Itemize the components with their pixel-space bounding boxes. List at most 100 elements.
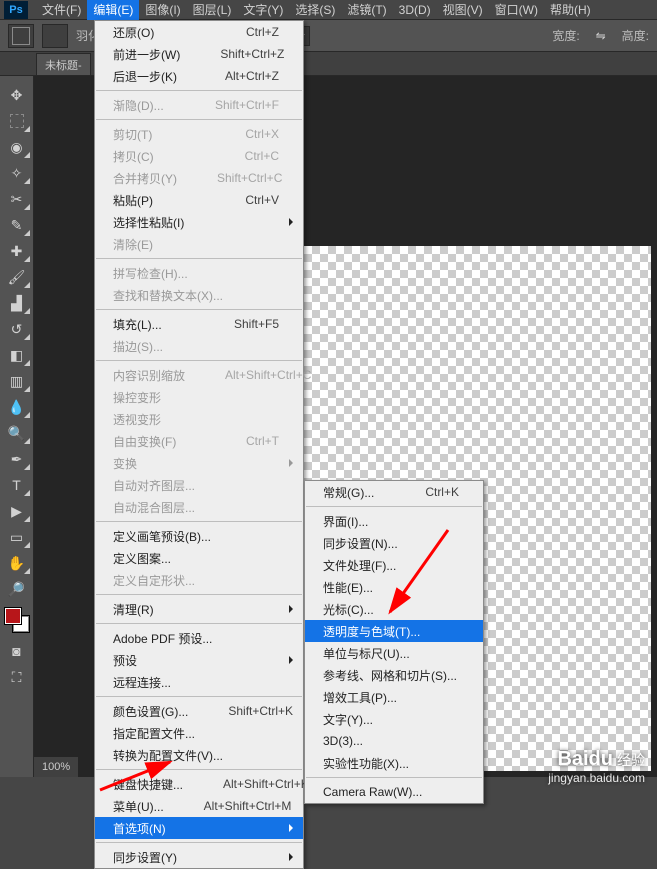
color-swatches[interactable] bbox=[5, 608, 29, 632]
menu-item: 渐隐(D)...Shift+Ctrl+F bbox=[95, 94, 303, 116]
gradient-tool[interactable]: ▥ bbox=[3, 369, 31, 393]
dodge-tool[interactable]: 🔍 bbox=[3, 421, 31, 445]
menubar-item[interactable]: 选择(S) bbox=[289, 0, 341, 20]
type-tool[interactable]: T bbox=[3, 473, 31, 497]
menu-item[interactable]: 粘贴(P)Ctrl+V bbox=[95, 189, 303, 211]
tool-preset-picker[interactable] bbox=[42, 24, 68, 48]
menubar-item[interactable]: 窗口(W) bbox=[489, 0, 544, 20]
menu-item[interactable]: Adobe PDF 预设... bbox=[95, 627, 303, 649]
menu-item[interactable]: 定义画笔预设(B)... bbox=[95, 525, 303, 547]
menu-item[interactable]: 菜单(U)...Alt+Shift+Ctrl+M bbox=[95, 795, 303, 817]
menu-item: 内容识别缩放Alt+Shift+Ctrl+C bbox=[95, 364, 303, 386]
rectangle-tool[interactable]: ▭ bbox=[3, 525, 31, 549]
submenu-arrow-icon bbox=[289, 218, 297, 226]
menu-item[interactable]: 透明度与色域(T)... bbox=[305, 620, 483, 642]
menubar-item[interactable]: 滤镜(T) bbox=[341, 0, 392, 20]
height-label: 高度: bbox=[622, 27, 649, 44]
active-tool-thumbnail[interactable] bbox=[8, 24, 34, 48]
menu-item[interactable]: 转换为配置文件(V)... bbox=[95, 744, 303, 766]
menu-item[interactable]: 实验性功能(X)... bbox=[305, 752, 483, 774]
menu-item: 描边(S)... bbox=[95, 335, 303, 357]
submenu-arrow-icon bbox=[289, 605, 297, 613]
menu-item[interactable]: 定义图案... bbox=[95, 547, 303, 569]
menu-item[interactable]: 预设 bbox=[95, 649, 303, 671]
menu-item[interactable]: 清理(R) bbox=[95, 598, 303, 620]
menu-item: 剪切(T)Ctrl+X bbox=[95, 123, 303, 145]
zoom-tool[interactable]: 🔎 bbox=[3, 577, 31, 601]
foreground-color-swatch[interactable] bbox=[5, 608, 21, 624]
lasso-tool[interactable]: ◉ bbox=[3, 135, 31, 159]
menubar-item[interactable]: 文字(Y) bbox=[237, 0, 289, 20]
menu-item: 自动对齐图层... bbox=[95, 474, 303, 496]
submenu-arrow-icon bbox=[289, 824, 297, 832]
quick-mask-toggle[interactable]: ◙ bbox=[3, 639, 31, 663]
menu-item[interactable]: 指定配置文件... bbox=[95, 722, 303, 744]
clone-stamp-tool[interactable]: ▟ bbox=[3, 291, 31, 315]
toolbox: ✥ ◉ ✧ ✂ ✎ ✚ 🖌 ▟ ↺ ◧ ▥ 💧 🔍 ✒ T ▶ ▭ ✋ 🔎 ◙ … bbox=[0, 76, 34, 777]
width-label: 宽度: bbox=[552, 27, 579, 44]
menubar-item[interactable]: 帮助(H) bbox=[544, 0, 597, 20]
menubar-item[interactable]: 图像(I) bbox=[139, 0, 186, 20]
move-tool[interactable]: ✥ bbox=[3, 83, 31, 107]
eraser-tool[interactable]: ◧ bbox=[3, 343, 31, 367]
menu-item[interactable]: 常规(G)...Ctrl+K bbox=[305, 481, 483, 503]
menu-item[interactable]: 同步设置(N)... bbox=[305, 532, 483, 554]
menu-item[interactable]: 键盘快捷键...Alt+Shift+Ctrl+K bbox=[95, 773, 303, 795]
link-dimensions-icon[interactable]: ⇋ bbox=[594, 29, 608, 43]
path-selection-tool[interactable]: ▶ bbox=[3, 499, 31, 523]
menu-item[interactable]: 远程连接... bbox=[95, 671, 303, 693]
eyedropper-tool[interactable]: ✎ bbox=[3, 213, 31, 237]
submenu-arrow-icon bbox=[289, 853, 297, 861]
submenu-arrow-icon bbox=[289, 656, 297, 664]
menu-item[interactable]: 同步设置(Y) bbox=[95, 846, 303, 868]
menu-item[interactable]: 性能(E)... bbox=[305, 576, 483, 598]
crop-tool[interactable]: ✂ bbox=[3, 187, 31, 211]
menu-item[interactable]: 增效工具(P)... bbox=[305, 686, 483, 708]
submenu-arrow-icon bbox=[289, 459, 297, 467]
menubar-item[interactable]: 编辑(E) bbox=[87, 0, 139, 20]
hand-tool[interactable]: ✋ bbox=[3, 551, 31, 575]
menu-item[interactable]: 3D(3)... bbox=[305, 730, 483, 752]
document-tab[interactable]: 未标题- bbox=[36, 53, 91, 75]
menubar-item[interactable]: 视图(V) bbox=[437, 0, 489, 20]
menu-item: 拼写检查(H)... bbox=[95, 262, 303, 284]
menubar-item[interactable]: 图层(L) bbox=[187, 0, 238, 20]
magic-wand-tool[interactable]: ✧ bbox=[3, 161, 31, 185]
menu-item: 拷贝(C)Ctrl+C bbox=[95, 145, 303, 167]
menu-item: 操控变形 bbox=[95, 386, 303, 408]
menubar: Ps 文件(F)编辑(E)图像(I)图层(L)文字(Y)选择(S)滤镜(T)3D… bbox=[0, 0, 657, 20]
blur-tool[interactable]: 💧 bbox=[3, 395, 31, 419]
menu-item[interactable]: 后退一步(K)Alt+Ctrl+Z bbox=[95, 65, 303, 87]
menu-item: 合并拷贝(Y)Shift+Ctrl+C bbox=[95, 167, 303, 189]
menu-item[interactable]: 填充(L)...Shift+F5 bbox=[95, 313, 303, 335]
menu-item[interactable]: 首选项(N) bbox=[95, 817, 303, 839]
zoom-level[interactable]: 100% bbox=[42, 761, 70, 773]
pen-tool[interactable]: ✒ bbox=[3, 447, 31, 471]
menu-item[interactable]: Camera Raw(W)... bbox=[305, 781, 483, 803]
menu-item: 透视变形 bbox=[95, 408, 303, 430]
history-brush-tool[interactable]: ↺ bbox=[3, 317, 31, 341]
menubar-item[interactable]: 文件(F) bbox=[36, 0, 87, 20]
menu-item[interactable]: 选择性粘贴(I) bbox=[95, 211, 303, 233]
menu-item[interactable]: 文件处理(F)... bbox=[305, 554, 483, 576]
menu-item: 定义自定形状... bbox=[95, 569, 303, 591]
menubar-item[interactable]: 3D(D) bbox=[393, 0, 437, 20]
menu-item[interactable]: 还原(O)Ctrl+Z bbox=[95, 21, 303, 43]
edit-menu: 还原(O)Ctrl+Z前进一步(W)Shift+Ctrl+Z后退一步(K)Alt… bbox=[94, 20, 304, 869]
app-logo: Ps bbox=[4, 1, 28, 19]
brush-tool[interactable]: 🖌 bbox=[3, 265, 31, 289]
watermark: Baidu经验 jingyan.baidu.com bbox=[548, 748, 645, 785]
menu-item: 变换 bbox=[95, 452, 303, 474]
screen-mode-toggle[interactable]: ⛶ bbox=[3, 665, 31, 689]
menu-item[interactable]: 颜色设置(G)...Shift+Ctrl+K bbox=[95, 700, 303, 722]
healing-brush-tool[interactable]: ✚ bbox=[3, 239, 31, 263]
menu-item[interactable]: 参考线、网格和切片(S)... bbox=[305, 664, 483, 686]
menu-item[interactable]: 界面(I)... bbox=[305, 510, 483, 532]
menu-item[interactable]: 光标(C)... bbox=[305, 598, 483, 620]
menu-item: 查找和替换文本(X)... bbox=[95, 284, 303, 306]
menu-item: 自动混合图层... bbox=[95, 496, 303, 518]
menu-item[interactable]: 单位与标尺(U)... bbox=[305, 642, 483, 664]
marquee-tool[interactable] bbox=[3, 109, 31, 133]
menu-item[interactable]: 文字(Y)... bbox=[305, 708, 483, 730]
menu-item[interactable]: 前进一步(W)Shift+Ctrl+Z bbox=[95, 43, 303, 65]
